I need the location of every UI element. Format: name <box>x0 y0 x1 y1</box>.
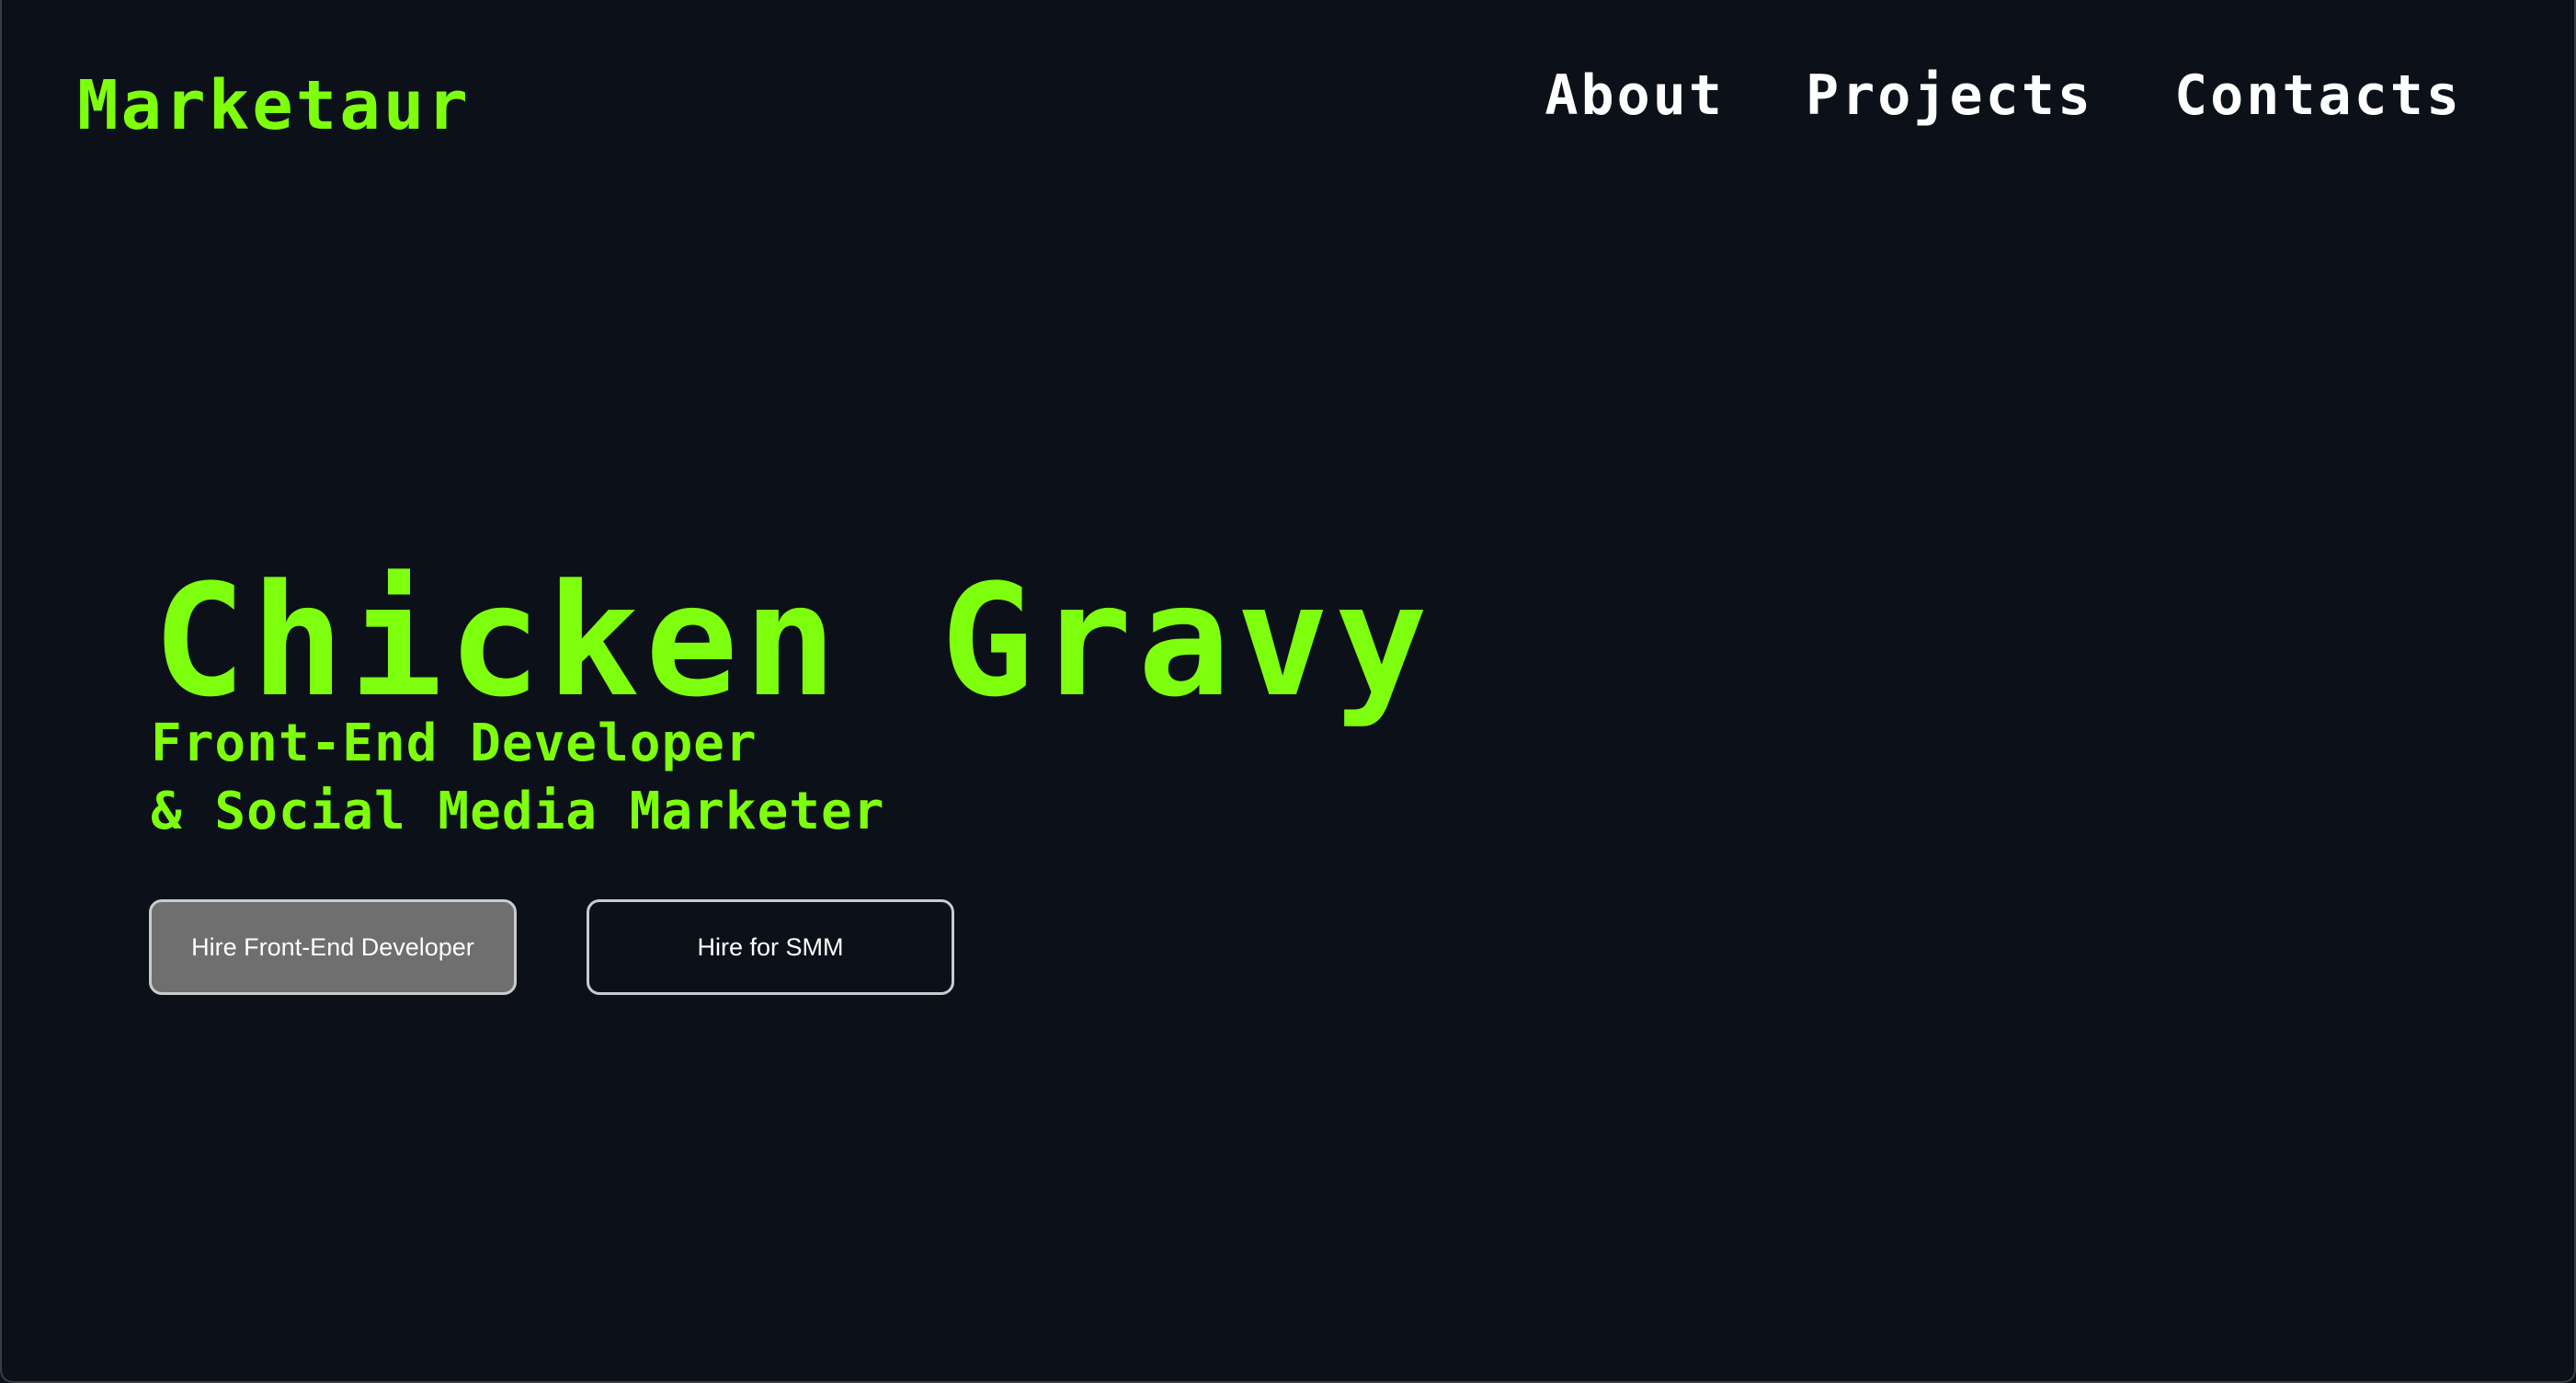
nav-projects-link[interactable]: Projects <box>1806 68 2093 123</box>
subtitle-line-social-media: & Social Media Marketer <box>151 782 885 841</box>
hire-smm-button[interactable]: Hire for SMM <box>587 899 954 995</box>
brand-logo[interactable]: Marketaur <box>77 72 471 140</box>
nav-contacts-link[interactable]: Contacts <box>2174 68 2462 123</box>
hero-subtitle: Front-End Developer & Social Media Marke… <box>151 710 884 846</box>
nav-about-link[interactable]: About <box>1544 68 1725 123</box>
subtitle-line-front-end: Front-End Developer <box>151 714 758 773</box>
hero-title: Chicken Gravy <box>153 550 1433 731</box>
hero-actions: Hire Front-End Developer Hire for SMM <box>149 899 954 995</box>
main-navigation: About Projects Contacts <box>1544 68 2462 123</box>
hire-front-end-button[interactable]: Hire Front-End Developer <box>149 899 517 995</box>
landing-page: Marketaur About Projects Contacts Chicke… <box>0 0 2576 1383</box>
